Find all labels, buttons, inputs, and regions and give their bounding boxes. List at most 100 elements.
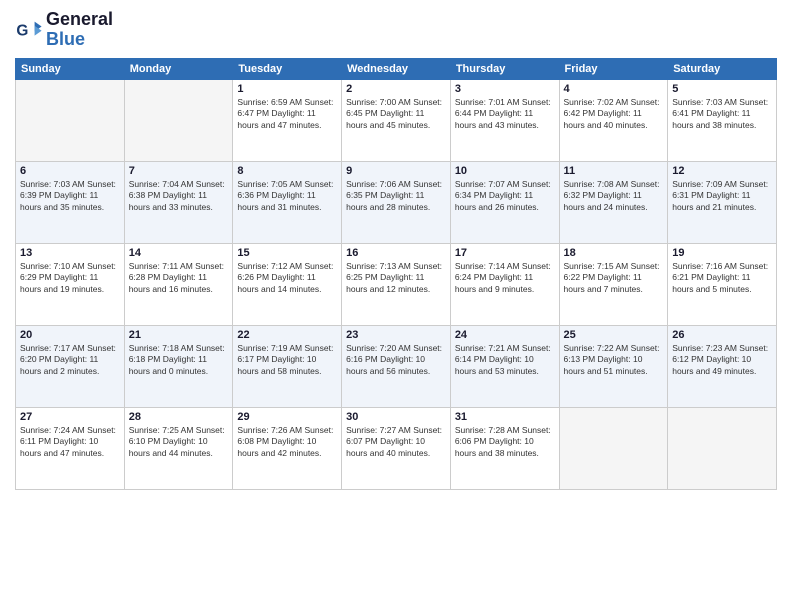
calendar-cell: 1 Sunrise: 6:59 AM Sunset: 6:47 PM Daylig… [233, 79, 342, 161]
calendar-cell: 28 Sunrise: 7:25 AM Sunset: 6:10 PM Dayli… [124, 407, 233, 489]
day-detail: Sunrise: 7:24 AM Sunset: 6:11 PM Dayligh… [20, 425, 120, 461]
day-detail: Sunrise: 7:10 AM Sunset: 6:29 PM Dayligh… [20, 261, 120, 297]
weekday-monday: Monday [124, 58, 233, 79]
calendar-cell: 15 Sunrise: 7:12 AM Sunset: 6:26 PM Dayli… [233, 243, 342, 325]
day-number: 16 [346, 247, 446, 259]
day-number: 15 [237, 247, 337, 259]
day-detail: Sunrise: 7:04 AM Sunset: 6:38 PM Dayligh… [129, 179, 229, 215]
day-number: 9 [346, 165, 446, 177]
week-row-3: 13 Sunrise: 7:10 AM Sunset: 6:29 PM Dayli… [16, 243, 777, 325]
day-detail: Sunrise: 7:13 AM Sunset: 6:25 PM Dayligh… [346, 261, 446, 297]
weekday-thursday: Thursday [450, 58, 559, 79]
day-number: 1 [237, 83, 337, 95]
day-number: 8 [237, 165, 337, 177]
weekday-friday: Friday [559, 58, 668, 79]
calendar-cell: 20Sunrise: 7:17 AM Sunset: 6:20 PM Dayli… [16, 325, 125, 407]
day-detail: Sunrise: 7:08 AM Sunset: 6:32 PM Dayligh… [564, 179, 664, 215]
day-number: 7 [129, 165, 229, 177]
day-detail: Sunrise: 7:27 AM Sunset: 6:07 PM Dayligh… [346, 425, 446, 461]
day-number: 20 [20, 329, 120, 341]
calendar-cell: 23 Sunrise: 7:20 AM Sunset: 6:16 PM Dayli… [342, 325, 451, 407]
weekday-wednesday: Wednesday [342, 58, 451, 79]
day-number: 6 [20, 165, 120, 177]
day-detail: Sunrise: 7:02 AM Sunset: 6:42 PM Dayligh… [564, 97, 664, 133]
day-detail: Sunrise: 7:11 AM Sunset: 6:28 PM Dayligh… [129, 261, 229, 297]
day-detail: Sunrise: 7:21 AM Sunset: 6:14 PM Dayligh… [455, 343, 555, 379]
weekday-tuesday: Tuesday [233, 58, 342, 79]
calendar-cell: 21 Sunrise: 7:18 AM Sunset: 6:18 PM Dayli… [124, 325, 233, 407]
week-row-2: 6 Sunrise: 7:03 AM Sunset: 6:39 PM Daylig… [16, 161, 777, 243]
day-detail: Sunrise: 7:09 AM Sunset: 6:31 PM Dayligh… [672, 179, 772, 215]
day-number: 19 [672, 247, 772, 259]
day-number: 18 [564, 247, 664, 259]
calendar: SundayMondayTuesdayWednesdayThursdayFrid… [15, 58, 777, 490]
calendar-cell: 26 Sunrise: 7:23 AM Sunset: 6:12 PM Dayli… [668, 325, 777, 407]
calendar-cell: 14 Sunrise: 7:11 AM Sunset: 6:28 PM Dayli… [124, 243, 233, 325]
day-detail: Sunrise: 7:28 AM Sunset: 6:06 PM Dayligh… [455, 425, 555, 461]
calendar-cell: 8 Sunrise: 7:05 AM Sunset: 6:36 PM Daylig… [233, 161, 342, 243]
calendar-cell: 5 Sunrise: 7:03 AM Sunset: 6:41 PM Daylig… [668, 79, 777, 161]
day-detail: Sunrise: 7:18 AM Sunset: 6:18 PM Dayligh… [129, 343, 229, 379]
day-detail: Sunrise: 7:07 AM Sunset: 6:34 PM Dayligh… [455, 179, 555, 215]
calendar-cell: 7 Sunrise: 7:04 AM Sunset: 6:38 PM Daylig… [124, 161, 233, 243]
logo-text: General Blue [46, 10, 113, 50]
day-number: 3 [455, 83, 555, 95]
calendar-cell: 17Sunrise: 7:14 AM Sunset: 6:24 PM Dayli… [450, 243, 559, 325]
calendar-cell: 27Sunrise: 7:24 AM Sunset: 6:11 PM Dayli… [16, 407, 125, 489]
day-detail: Sunrise: 7:05 AM Sunset: 6:36 PM Dayligh… [237, 179, 337, 215]
day-detail: Sunrise: 7:20 AM Sunset: 6:16 PM Dayligh… [346, 343, 446, 379]
day-number: 25 [564, 329, 664, 341]
week-row-1: 1 Sunrise: 6:59 AM Sunset: 6:47 PM Daylig… [16, 79, 777, 161]
day-detail: Sunrise: 7:06 AM Sunset: 6:35 PM Dayligh… [346, 179, 446, 215]
day-detail: Sunrise: 7:15 AM Sunset: 6:22 PM Dayligh… [564, 261, 664, 297]
calendar-cell: 10 Sunrise: 7:07 AM Sunset: 6:34 PM Dayli… [450, 161, 559, 243]
day-detail: Sunrise: 7:01 AM Sunset: 6:44 PM Dayligh… [455, 97, 555, 133]
calendar-cell: 3 Sunrise: 7:01 AM Sunset: 6:44 PM Daylig… [450, 79, 559, 161]
day-number: 22 [237, 329, 337, 341]
weekday-saturday: Saturday [668, 58, 777, 79]
day-number: 23 [346, 329, 446, 341]
day-number: 2 [346, 83, 446, 95]
day-detail: Sunrise: 7:03 AM Sunset: 6:41 PM Dayligh… [672, 97, 772, 133]
calendar-cell: 16 Sunrise: 7:13 AM Sunset: 6:25 PM Dayli… [342, 243, 451, 325]
logo: G General Blue [15, 10, 113, 50]
day-number: 10 [455, 165, 555, 177]
day-number: 5 [672, 83, 772, 95]
calendar-cell: 30Sunrise: 7:27 AM Sunset: 6:07 PM Dayli… [342, 407, 451, 489]
day-detail: Sunrise: 7:25 AM Sunset: 6:10 PM Dayligh… [129, 425, 229, 461]
day-detail: Sunrise: 7:16 AM Sunset: 6:21 PM Dayligh… [672, 261, 772, 297]
day-number: 24 [455, 329, 555, 341]
header: G General Blue [15, 10, 777, 50]
week-row-4: 20Sunrise: 7:17 AM Sunset: 6:20 PM Dayli… [16, 325, 777, 407]
calendar-cell [668, 407, 777, 489]
calendar-cell: 11 Sunrise: 7:08 AM Sunset: 6:32 PM Dayli… [559, 161, 668, 243]
day-number: 14 [129, 247, 229, 259]
calendar-cell [559, 407, 668, 489]
day-detail: Sunrise: 7:03 AM Sunset: 6:39 PM Dayligh… [20, 179, 120, 215]
calendar-cell: 2Sunrise: 7:00 AM Sunset: 6:45 PM Daylig… [342, 79, 451, 161]
day-detail: Sunrise: 7:19 AM Sunset: 6:17 PM Dayligh… [237, 343, 337, 379]
calendar-cell: 4 Sunrise: 7:02 AM Sunset: 6:42 PM Daylig… [559, 79, 668, 161]
day-number: 4 [564, 83, 664, 95]
day-detail: Sunrise: 7:12 AM Sunset: 6:26 PM Dayligh… [237, 261, 337, 297]
weekday-sunday: Sunday [16, 58, 125, 79]
day-number: 26 [672, 329, 772, 341]
calendar-cell [124, 79, 233, 161]
calendar-cell: 6 Sunrise: 7:03 AM Sunset: 6:39 PM Daylig… [16, 161, 125, 243]
calendar-cell: 29Sunrise: 7:26 AM Sunset: 6:08 PM Dayli… [233, 407, 342, 489]
day-number: 13 [20, 247, 120, 259]
calendar-cell [16, 79, 125, 161]
logo-icon: G [15, 16, 43, 44]
calendar-cell: 12Sunrise: 7:09 AM Sunset: 6:31 PM Dayli… [668, 161, 777, 243]
page: G General Blue SundayMondayTuesdayWednes… [0, 0, 792, 612]
day-detail: Sunrise: 6:59 AM Sunset: 6:47 PM Dayligh… [237, 97, 337, 133]
day-number: 28 [129, 411, 229, 423]
day-detail: Sunrise: 7:23 AM Sunset: 6:12 PM Dayligh… [672, 343, 772, 379]
week-row-5: 27Sunrise: 7:24 AM Sunset: 6:11 PM Dayli… [16, 407, 777, 489]
day-detail: Sunrise: 7:26 AM Sunset: 6:08 PM Dayligh… [237, 425, 337, 461]
calendar-cell: 9 Sunrise: 7:06 AM Sunset: 6:35 PM Daylig… [342, 161, 451, 243]
day-number: 11 [564, 165, 664, 177]
weekday-header-row: SundayMondayTuesdayWednesdayThursdayFrid… [16, 58, 777, 79]
svg-text:G: G [16, 22, 28, 39]
day-number: 21 [129, 329, 229, 341]
